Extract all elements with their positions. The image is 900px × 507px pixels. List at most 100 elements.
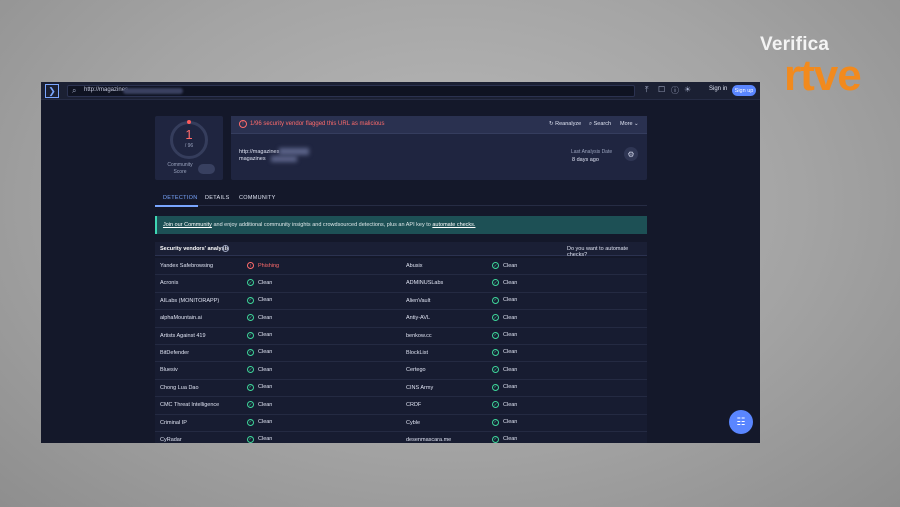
check-icon: ✓ (492, 366, 499, 374)
vendor-result: ✓ Clean (247, 296, 272, 304)
vendor-name: AlienVault (406, 297, 431, 304)
search-icon: ⌕ (72, 86, 77, 95)
check-icon: ✓ (492, 262, 499, 269)
search-button[interactable]: ⌕ Search (589, 121, 611, 128)
vendor-name: Certego (406, 367, 426, 374)
check-icon: ✓ (492, 296, 499, 304)
join-community-link[interactable]: Join our Community (163, 222, 212, 228)
table-row: CyRadar ✓ Clean desenmascara.me ✓ Clean (155, 431, 647, 443)
vendor-result: ✓ Clean (247, 435, 272, 443)
alert-bar: ! 1/96 security vendor flagged this URL … (231, 116, 647, 134)
more-button[interactable]: More ⌄ (620, 121, 639, 127)
result-label: Clean (258, 279, 273, 286)
reanalyze-label: Reanalyze (555, 121, 582, 127)
tab-detection[interactable]: DETECTION (163, 195, 197, 201)
table-row: CMC Threat Intelligence ✓ Clean CRDF ✓ Clean (155, 397, 647, 415)
check-icon: ✓ (247, 296, 254, 304)
reanalyze-button[interactable]: ↻ Reanalyze (549, 121, 581, 127)
analyzed-url: http://magazines (239, 149, 280, 155)
tab-community[interactable]: COMMUNITY (239, 195, 276, 201)
notifications-icon[interactable]: ☐ (658, 85, 665, 94)
vendor-result: ✓ Clean (492, 331, 517, 339)
result-label: Clean (258, 366, 273, 373)
result-label: Phishing (258, 262, 280, 269)
vendor-result: ! Phishing (247, 262, 279, 269)
search-label: Search (593, 121, 612, 127)
table-row: Bluesiv ✓ Clean Certego ✓ Clean (155, 362, 647, 380)
alert-icon: ! (239, 120, 247, 128)
vendor-name: Bluesiv (160, 367, 178, 374)
check-icon: ✓ (247, 401, 254, 409)
result-label: Clean (258, 419, 273, 426)
vendor-result: ✓ Clean (492, 348, 517, 356)
vendor-result: ✓ Clean (492, 279, 517, 287)
last-analysis-label: Last Analysis Date (571, 149, 613, 155)
upload-icon[interactable]: ⤒ (645, 85, 649, 95)
info-icon[interactable]: i (222, 245, 229, 252)
vendor-name: Cyble (406, 419, 421, 426)
result-label: Clean (503, 436, 518, 443)
virustotal-screenshot: ❯ ⌕ http://magazines ⤒ ☐ ⓘ ☀ Sign in Sig… (41, 82, 760, 443)
vendors-title: Security vendors' analysis (160, 246, 230, 252)
vendor-name: Yandex Safebrowsing (160, 263, 214, 269)
community-score-label: Community Score (167, 162, 193, 175)
vendor-result: ✓ Clean (247, 366, 273, 374)
community-banner: Join our Community and enjoy additional … (155, 216, 647, 234)
vendor-result: ✓ Clean (492, 296, 518, 304)
automate-checks-prompt[interactable]: Do you want to automate checks? (567, 246, 647, 258)
tab-details[interactable]: DETAILS (205, 195, 230, 201)
vendor-result: ✓ Clean (492, 262, 517, 269)
search-input[interactable]: ⌕ http://magazines (67, 85, 635, 97)
result-label: Clean (503, 314, 518, 321)
vendor-result: ✓ Clean (247, 331, 273, 339)
table-row: AILabs (MONITORAPP) ✓ Clean AlienVault ✓ Clea… (155, 292, 647, 311)
result-label: Clean (503, 419, 518, 426)
table-row: Chong Lua Dao ✓ Clean CINS Army ✓ Clean (155, 379, 647, 398)
table-row: BitDefender ✓ Clean BlockList ✓ Clean (155, 344, 647, 363)
detection-total: / 96 (184, 143, 194, 149)
summary-panel: ! 1/96 security vendor flagged this URL … (231, 116, 647, 180)
result-label: Clean (258, 349, 273, 356)
vendor-name: BitDefender (160, 349, 190, 356)
result-label: Clean (503, 297, 518, 304)
vendor-name: Criminal IP (160, 419, 187, 426)
result-label: Clean (503, 366, 518, 373)
vendor-name: CINS Army (406, 384, 434, 391)
vendor-name: benkow.cc (406, 332, 432, 339)
alert-text: 1/96 security vendor flagged this URL as… (250, 121, 385, 127)
top-bar: ❯ ⌕ http://magazines ⤒ ☐ ⓘ ☀ Sign in Sig… (41, 82, 760, 100)
vendor-result: ✓ Clean (247, 279, 273, 287)
graph-icon[interactable]: ⚙ (624, 147, 638, 161)
theme-icon[interactable]: ☀ (684, 85, 691, 94)
vendor-name: CyRadar (160, 436, 182, 443)
vendor-name: Acronis (160, 280, 179, 287)
help-icon[interactable]: ⓘ (671, 85, 679, 96)
check-icon: ✓ (247, 383, 254, 391)
check-icon: ✓ (492, 314, 499, 322)
result-label: Clean (503, 384, 518, 391)
vendor-result: ✓ Clean (247, 314, 272, 322)
result-label: Clean (258, 332, 273, 339)
chat-button[interactable]: ☷ (729, 410, 753, 434)
check-icon: ✓ (492, 279, 499, 287)
check-icon: ✓ (492, 418, 499, 426)
sign-in-link[interactable]: Sign in (709, 86, 727, 92)
vendor-name: Abusix (406, 263, 423, 269)
sign-up-button[interactable]: Sign up (732, 85, 756, 96)
automate-checks-link[interactable]: automate checks. (432, 222, 475, 228)
check-icon: ✓ (247, 435, 254, 443)
tab-bar: DETECTION DETAILS COMMUNITY (155, 192, 647, 207)
check-icon: ✓ (492, 348, 499, 356)
vendor-name: CMC Threat Intelligence (160, 402, 220, 409)
result-label: Clean (258, 401, 273, 408)
check-icon: ✓ (247, 418, 254, 426)
vendor-name: desenmascara.me (406, 436, 452, 443)
analyzed-host: magazines (239, 156, 266, 162)
community-score-badge[interactable] (198, 164, 215, 174)
vendor-result: ✓ Clean (247, 348, 273, 356)
warning-icon: ! (247, 262, 254, 269)
vendor-name: BlockList (406, 349, 429, 356)
virustotal-logo-icon[interactable]: ❯ (45, 84, 59, 98)
verifica-rtve-logo: Verifica rtve (760, 30, 880, 110)
vendors-header: Security vendors' analysis i Do you want… (155, 242, 647, 258)
